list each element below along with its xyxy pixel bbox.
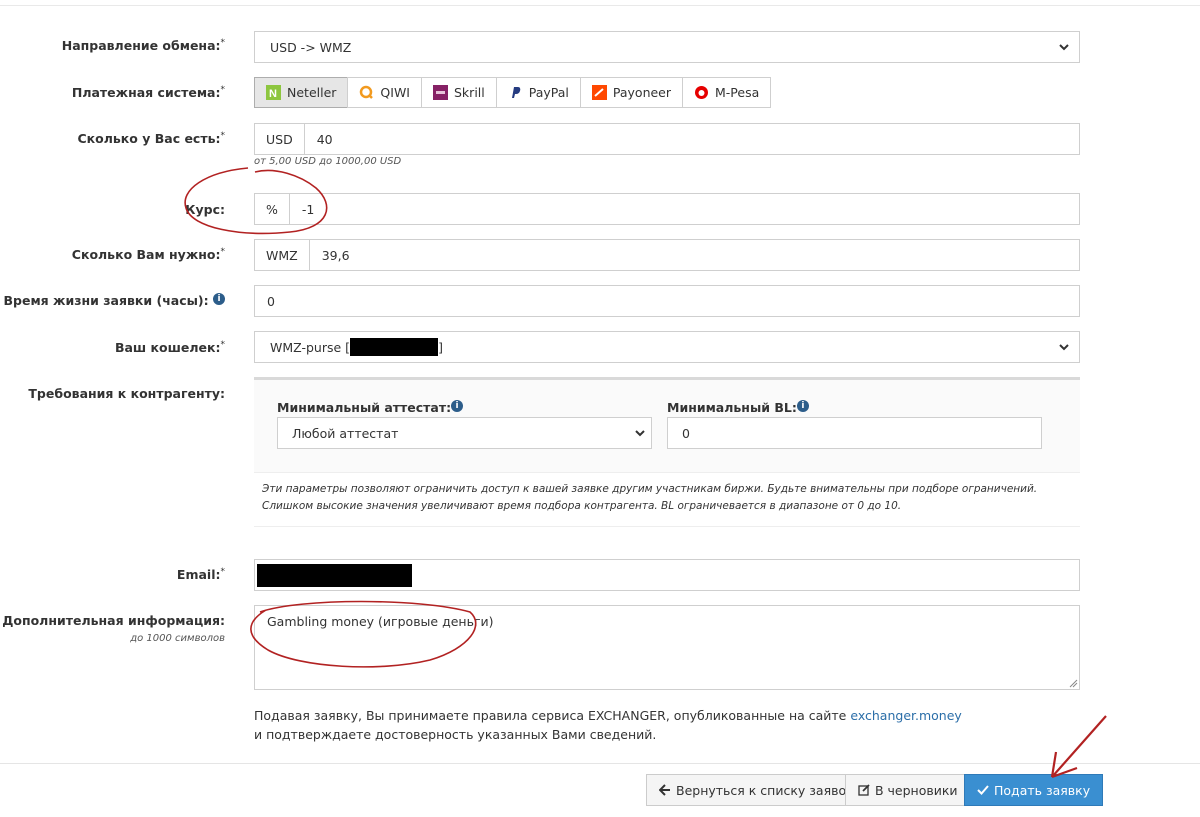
annotation-arrow [1050,715,1107,779]
requirements-fields: Минимальный аттестат: i Любой аттестат Ми… [254,380,1080,472]
lifetime-value: 0 [267,293,275,309]
wallet-label: Ваш кошелек:* [114,340,225,356]
rate-input[interactable]: % -1 [254,193,1080,225]
need-currency-addon: WMZ [255,240,310,270]
direction-label: Направление обмена:* [61,38,225,54]
have-label: Сколько у Вас есть:* [77,131,226,147]
mpesa-icon [695,86,709,99]
payoneer-icon [591,85,607,100]
back-to-list-button[interactable]: Вернуться к списку заявок [646,774,867,806]
terms-text: Подавая заявку, Вы принимаете правила се… [254,706,962,744]
have-currency-addon: USD [255,124,305,154]
info-icon[interactable]: i [451,400,464,412]
edit-icon [858,784,870,796]
need-value: 39,6 [321,247,350,263]
paypal-icon [511,87,520,98]
save-draft-button[interactable]: В черновики [845,774,971,806]
terms-line1: Подавая заявку, Вы принимаете правила се… [254,708,851,723]
rate-unit-addon: % [255,194,290,224]
submit-button[interactable]: Подать заявку [964,774,1104,806]
skrill-icon [433,85,448,100]
email-label: Email:* [176,567,225,583]
payment-option-neteller[interactable]: N Neteller [254,77,349,108]
direction-select[interactable]: USD -> WMZ [254,31,1080,63]
info-icon[interactable]: i [213,293,225,305]
back-button-label: Вернуться к списку заявок [676,782,854,798]
svg-text:N: N [269,88,277,100]
neteller-icon: N [266,85,281,100]
chevron-down-icon [1059,344,1069,351]
min-bl-input[interactable]: 0 [667,417,1042,449]
requirements-note: Эти параметры позволяют ограничить досту… [262,483,1038,512]
lifetime-label: Время жизни заявки (часы): i [4,293,225,308]
email-redacted [257,564,412,587]
payment-option-paypal[interactable]: PayPal [495,77,581,108]
info-icon[interactable]: i [796,400,809,412]
extra-info-value: Gambling money (игровые деньги) [267,614,494,629]
payment-option-mpesa[interactable]: M-Pesa [682,77,772,108]
payment-option-label: PayPal [528,85,569,100]
submit-button-label: Подать заявку [994,782,1091,798]
payment-option-qiwi[interactable]: QIWI [347,77,422,108]
payment-option-label: Skrill [454,85,485,100]
need-label: Сколько Вам нужно:* [71,247,225,263]
qiwi-icon [360,85,374,99]
requirements-panel: Минимальный аттестат: i Любой аттестат Ми… [254,377,1080,527]
wallet-value-prefix: WMZ-purse [ [270,339,351,355]
lifetime-input[interactable]: 0 [254,285,1080,317]
draft-button-label: В черновики [875,782,958,798]
wallet-select[interactable]: WMZ-purse [ ] [254,331,1080,363]
check-icon [977,785,989,795]
payment-option-label: Neteller [287,85,337,100]
min-attestat-value: Любой аттестат [292,425,399,441]
rate-value: -1 [301,201,315,217]
have-value: 40 [316,131,333,147]
min-bl-label: Минимальный BL: i [667,400,809,415]
payment-option-payoneer[interactable]: Payoneer [579,77,684,108]
extra-sublabel: до 1000 символов [130,633,225,644]
need-input[interactable]: WMZ 39,6 [254,239,1080,271]
wallet-value-suffix: ] [438,339,443,355]
payment-label: Платежная система:* [71,85,225,101]
terms-line2: и подтверждаете достоверность указанных … [254,727,657,742]
min-attestat-select[interactable]: Любой аттестат [277,417,652,449]
top-divider [0,0,1200,6]
direction-value: USD -> WMZ [270,39,352,55]
extra-label: Дополнительная информация: [2,613,225,628]
min-bl-value: 0 [682,425,690,441]
requirements-note-box: Эти параметры позволяют ограничить досту… [254,472,1080,527]
have-hint: от 5,00 USD до 1000,00 USD [254,156,402,167]
min-attestat-label: Минимальный аттестат: i [277,400,464,415]
resize-handle-icon[interactable] [1069,679,1078,688]
footer-divider [0,763,1200,764]
payment-option-label: M-Pesa [715,85,760,100]
arrow-left-icon [659,784,670,796]
wallet-redacted [350,338,439,356]
payment-system-group: N Neteller QIWI Skrill PayPal Payoneer M… [254,77,772,108]
payment-option-label: Payoneer [612,85,672,100]
have-input[interactable]: USD 40 [254,123,1080,155]
chevron-down-icon [635,430,645,437]
payment-option-skrill[interactable]: Skrill [421,77,497,108]
exchanger-link[interactable]: exchanger.money [850,708,961,723]
extra-info-textarea[interactable]: Gambling money (игровые деньги) [254,605,1080,690]
chevron-down-icon [1059,44,1069,51]
rate-label: Курс: [185,202,225,217]
payment-option-label: QIWI [380,85,410,100]
requirements-label: Требования к контрагенту: [28,386,225,401]
